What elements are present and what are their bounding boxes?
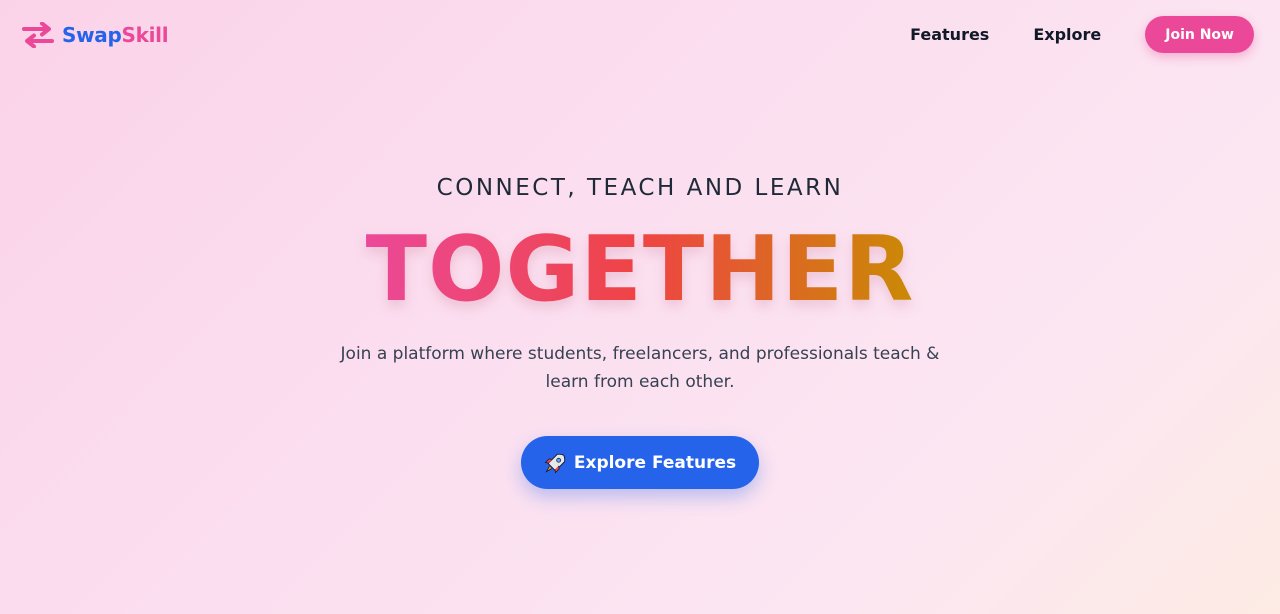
navbar: SwapSkill Features Explore Join Now — [0, 0, 1280, 72]
join-now-button[interactable]: Join Now — [1145, 16, 1254, 53]
hero-section: CONNECT, TEACH AND LEARN TOGETHER Join a… — [0, 170, 1280, 489]
hero-subtitle: CONNECT, TEACH AND LEARN — [436, 175, 844, 201]
hero-description: Join a platform where students, freelanc… — [340, 344, 940, 392]
nav-link-explore[interactable]: Explore — [1033, 25, 1101, 44]
hero-headline: TOGETHER — [365, 217, 915, 322]
rocket-icon — [544, 453, 566, 473]
brand-name-swap: Swap — [62, 23, 122, 47]
brand-logo[interactable]: SwapSkill — [22, 22, 169, 48]
nav-links: Features Explore Join Now — [910, 16, 1254, 53]
swap-arrows-icon — [22, 22, 54, 48]
explore-features-label: Explore Features — [573, 452, 737, 473]
explore-features-button[interactable]: Explore Features — [521, 436, 759, 489]
brand-name-skill: Skill — [121, 23, 169, 47]
brand-name: SwapSkill — [62, 23, 169, 47]
nav-link-features[interactable]: Features — [910, 25, 989, 44]
